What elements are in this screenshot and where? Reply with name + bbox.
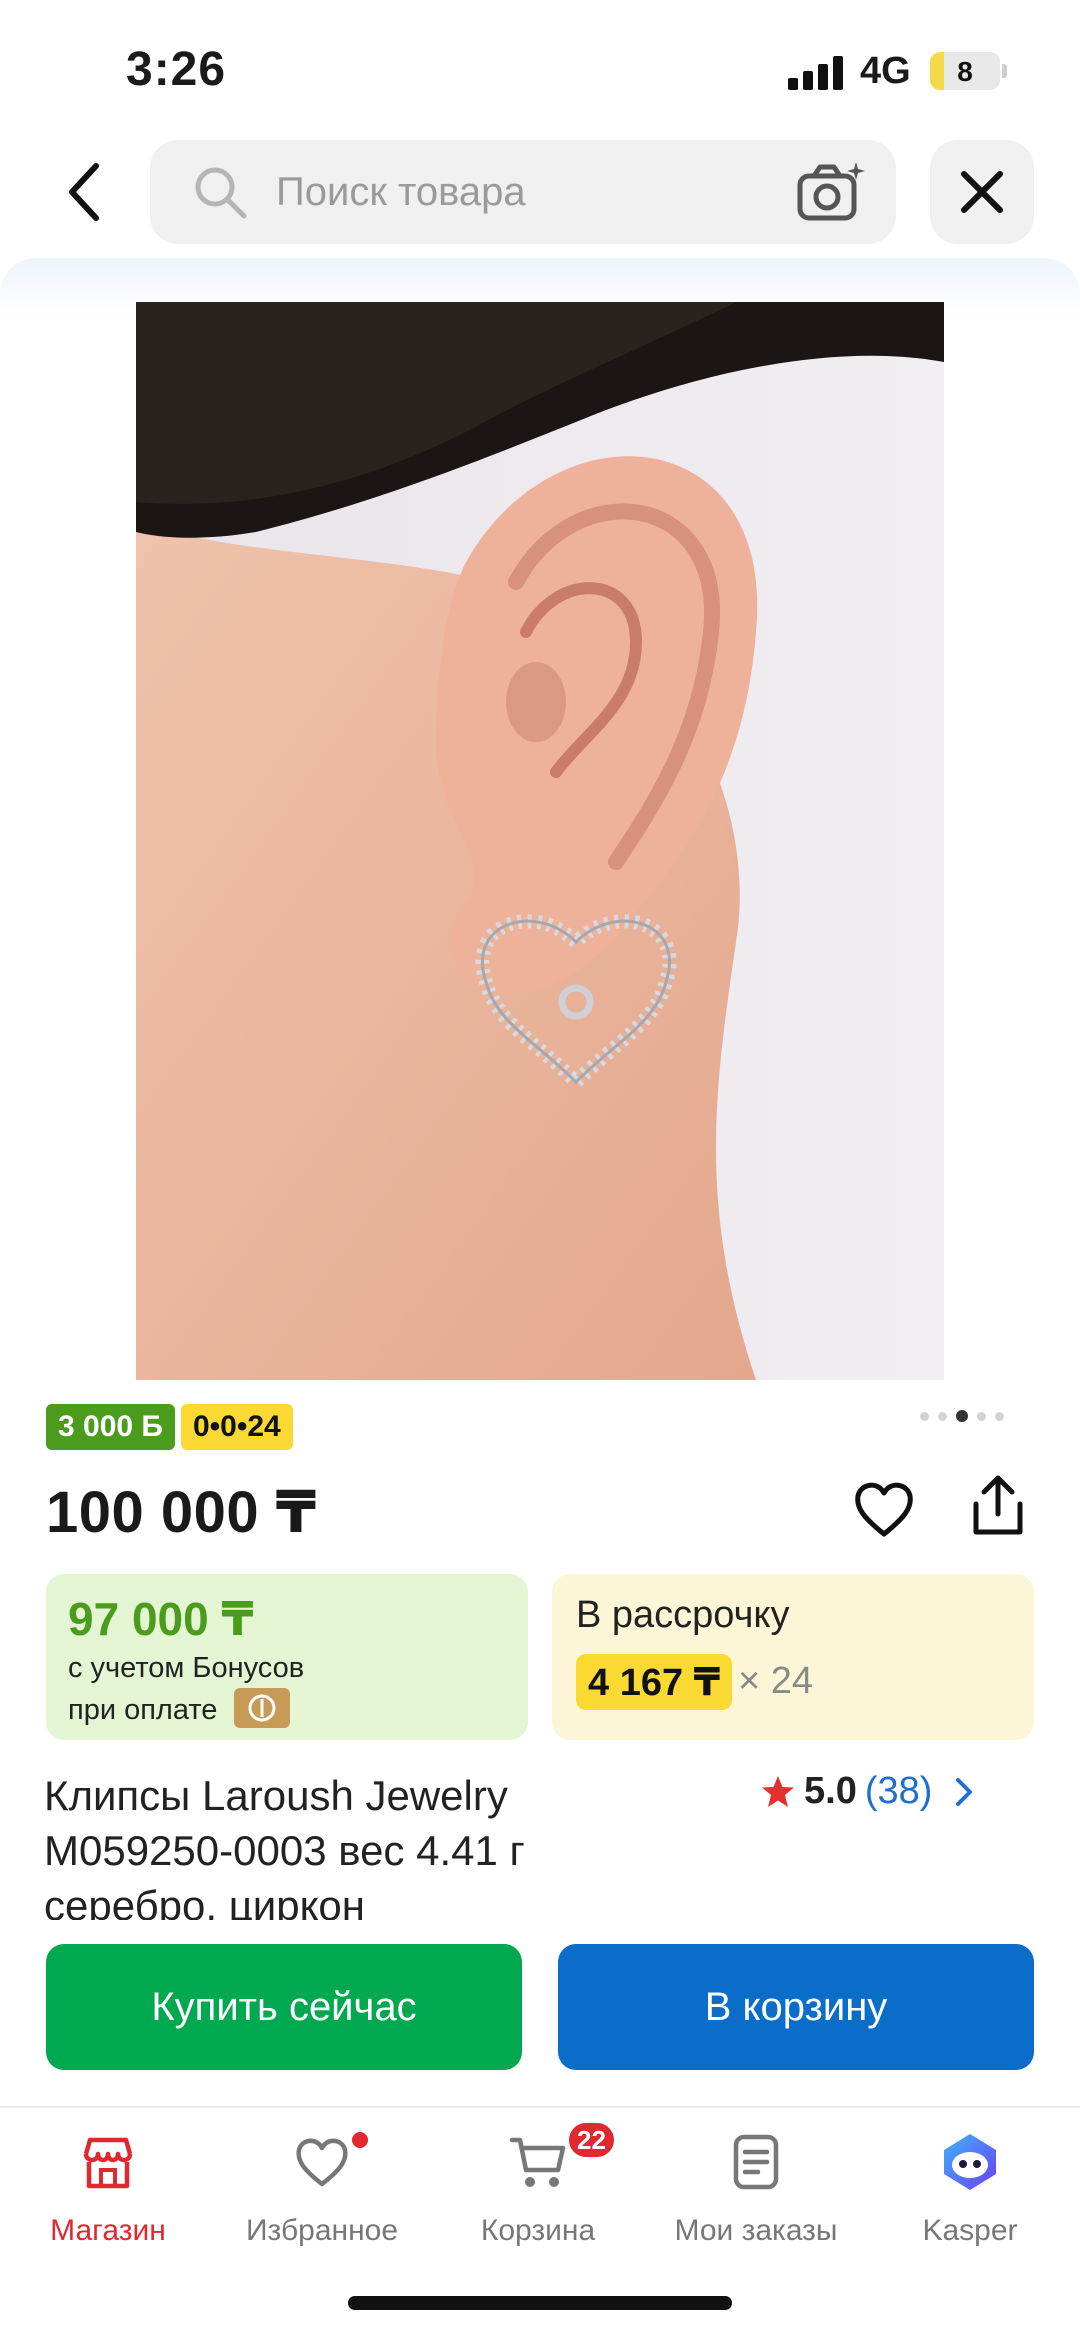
- close-icon: [961, 171, 1003, 213]
- search-input[interactable]: Поиск товара: [150, 140, 896, 244]
- signal-icon: [788, 56, 846, 90]
- nav-kasper-label: Kasper: [922, 2214, 1018, 2247]
- gallery-dot: [920, 1411, 929, 1421]
- reviews-count[interactable]: (38): [865, 1770, 933, 1813]
- installment-months: × 24: [738, 1660, 814, 1702]
- installment-title: В рассрочку: [576, 1594, 790, 1636]
- battery-tip: [1002, 64, 1007, 78]
- installment-badge: 0•0•24: [180, 1404, 293, 1450]
- gallery-dots: [920, 1410, 1004, 1422]
- nav-orders[interactable]: Мои заказы: [656, 2120, 856, 2260]
- kasper-assistant-icon: [944, 2134, 996, 2190]
- buy-now-button[interactable]: Купить сейчас: [46, 1944, 522, 2070]
- orders-icon: [733, 2134, 779, 2190]
- cart-count-badge: 22: [566, 2120, 617, 2160]
- search-placeholder: Поиск товара: [276, 170, 526, 214]
- chevron-left-icon: [69, 163, 99, 221]
- star-icon: [762, 1775, 794, 1807]
- nav-orders-label: Мои заказы: [674, 2214, 838, 2247]
- share-icon[interactable]: [966, 1472, 1030, 1540]
- nav-favorites-label: Избранное: [245, 2214, 399, 2247]
- favorite-heart-icon[interactable]: [852, 1478, 916, 1542]
- status-time: 3:26: [126, 43, 227, 96]
- back-button[interactable]: [54, 152, 114, 232]
- chevron-right-icon: [956, 1777, 973, 1806]
- rating-score: 5.0: [804, 1770, 857, 1812]
- bonus-badge: 3 000 Б: [46, 1404, 175, 1450]
- product-title: Клипсы Laroush Jewelry M059250-0003 вес …: [44, 1772, 525, 1920]
- installment-card[interactable]: В рассрочку 4 167 ₸ × 24: [552, 1574, 1034, 1740]
- battery-level: 8: [957, 56, 973, 87]
- favorites-notification-dot: [352, 2132, 368, 2148]
- nav-kasper[interactable]: Kasper: [870, 2120, 1070, 2260]
- home-indicator[interactable]: [348, 2296, 732, 2310]
- gallery-dot: [977, 1411, 986, 1421]
- battery-icon: 8: [930, 52, 1000, 90]
- gallery-dot: [995, 1411, 1004, 1421]
- bonus-note-line2: при оплате: [68, 1694, 218, 1726]
- cart-icon: [509, 2137, 566, 2187]
- status-bar: 3:26 4G 8: [0, 0, 1080, 140]
- search-icon: [195, 167, 247, 219]
- heart-icon: [296, 2138, 348, 2187]
- installment-monthly: 4 167 ₸: [576, 1654, 733, 1710]
- nav-shop-label: Магазин: [50, 2214, 166, 2247]
- product-price: 100 000 ₸: [46, 1480, 317, 1545]
- product-rating[interactable]: 5.0 (38): [760, 1770, 978, 1813]
- network-type: 4G: [860, 50, 911, 92]
- nav-cart[interactable]: 22 Корзина: [438, 2120, 638, 2260]
- nav-favorites[interactable]: Избранное: [222, 2120, 422, 2260]
- bonus-price: 97 000 ₸: [68, 1593, 254, 1645]
- nav-shop[interactable]: Магазин: [8, 2120, 208, 2260]
- gallery-dot: [938, 1411, 947, 1421]
- gallery-dot-active: [956, 1410, 968, 1422]
- product-image[interactable]: [136, 302, 944, 1380]
- camera-search-icon[interactable]: [796, 160, 866, 224]
- bonus-note-line1: с учетом Бонусов: [68, 1652, 305, 1684]
- shop-icon: [83, 2137, 133, 2189]
- add-to-cart-button[interactable]: В корзину: [558, 1944, 1034, 2070]
- close-button[interactable]: [930, 140, 1034, 244]
- promo-badges: 3 000 Б 0•0•24: [46, 1404, 293, 1450]
- nav-cart-label: Корзина: [480, 2214, 596, 2247]
- payment-method-icon: [234, 1688, 290, 1728]
- bonus-price-card[interactable]: 97 000 ₸ с учетом Бонусов при оплате: [46, 1574, 528, 1740]
